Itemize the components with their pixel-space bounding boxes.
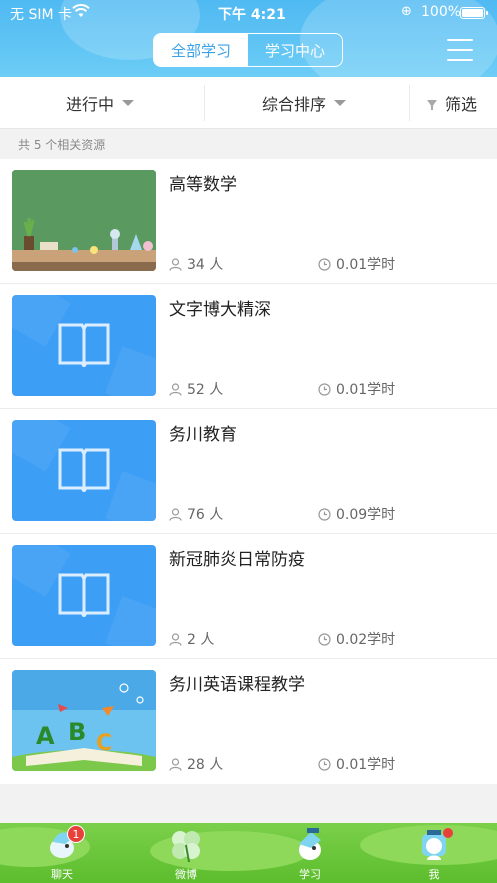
enrolled-count: 2 人 [169,629,214,649]
tab-weibo[interactable]: 微博 [124,823,248,883]
chevron-down-icon [334,100,347,106]
unread-badge: 1 [67,825,85,843]
person-icon [169,382,182,396]
carrier-label: 无 SIM 卡 [10,7,72,23]
people-text: 2 人 [187,632,215,648]
filter-label: 筛选 [445,95,478,114]
hours-text: 0.02学时 [336,632,396,648]
person-icon [169,257,182,271]
course-thumbnail [12,420,156,521]
book-icon [58,323,110,367]
divider [204,85,205,121]
course-row[interactable]: 高等数学 34 人 0.01学时 [0,159,497,284]
person-icon [169,757,182,771]
menu-icon[interactable] [447,39,473,61]
enrolled-count: 52 人 [169,379,223,399]
header: 无 SIM 卡 下午 4:21 ⊕ 100% 全部学习 学习中心 [0,0,497,77]
svg-text:C: C [96,731,112,756]
status-bar: 无 SIM 卡 下午 4:21 ⊕ 100% [0,0,497,26]
sort-label: 综合排序 [262,95,327,114]
study-bird-icon [291,826,329,864]
battery-icon [460,7,488,19]
clock: 下午 4:21 [218,7,286,23]
hours-text: 0.09学时 [336,507,396,523]
clock-icon [318,632,331,646]
svg-text:A: A [36,722,55,750]
course-title: 务川教育 [169,425,237,445]
svg-text:B: B [68,718,86,746]
course-row[interactable]: A B C 务川英语课程教学 28 人 0.01学时 [0,659,497,784]
chat-bird-icon: 1 [43,825,85,864]
tab-study[interactable]: 学习 [248,823,372,883]
clock-icon [318,382,331,396]
course-thumbnail: A B C [12,670,156,771]
clock-icon [318,757,331,771]
person-icon [169,507,182,521]
funnel-icon [427,99,437,110]
course-thumbnail [12,170,156,271]
status-filter-label: 进行中 [66,95,115,114]
book-icon [58,573,110,617]
study-hours: 0.09学时 [318,504,395,524]
sort-dropdown[interactable]: 综合排序 [262,77,347,129]
course-title: 新冠肺炎日常防疫 [169,550,305,570]
clover-icon [167,826,205,864]
course-title: 高等数学 [169,175,237,195]
people-text: 28 人 [187,757,224,773]
course-row[interactable]: 务川教育 76 人 0.09学时 [0,409,497,534]
clock-icon [318,257,331,271]
segmented-control: 全部学习 学习中心 [153,33,343,67]
profile-icon [415,826,453,864]
tab-label: 微博 [175,868,197,881]
people-text: 76 人 [187,507,224,523]
course-row[interactable]: 新冠肺炎日常防疫 2 人 0.02学时 [0,534,497,659]
enrolled-count: 76 人 [169,504,223,524]
clock-icon [318,507,331,521]
course-thumbnail [12,545,156,646]
book-icon [58,448,110,492]
course-title: 文字博大精深 [169,300,271,320]
study-hours: 0.01学时 [318,379,395,399]
study-hours: 0.01学时 [318,754,395,774]
study-hours: 0.01学时 [318,254,395,274]
filter-bar: 进行中 综合排序 筛选 [0,77,497,129]
tab-label: 我 [428,868,440,881]
tab-label: 聊天 [51,868,73,881]
hours-text: 0.01学时 [336,257,396,273]
tab-all-study[interactable]: 全部学习 [154,34,248,66]
battery-percent: 100% [421,4,462,20]
enrolled-count: 28 人 [169,754,223,774]
wifi-icon [72,4,90,22]
tab-label: 学习 [299,868,321,881]
notification-dot [443,828,453,838]
course-thumbnail [12,295,156,396]
tab-bar: 1 聊天 微博 学习 我 [0,823,497,883]
tab-study-center[interactable]: 学习中心 [248,34,342,66]
course-row[interactable]: 文字博大精深 52 人 0.01学时 [0,284,497,409]
hours-text: 0.01学时 [336,382,396,398]
filter-button[interactable]: 筛选 [427,77,477,129]
person-icon [169,632,182,646]
people-text: 52 人 [187,382,224,398]
hours-text: 0.01学时 [336,757,396,773]
results-count: 共 5 个相关资源 [18,138,106,152]
tab-me[interactable]: 我 [372,823,496,883]
chevron-down-icon [122,100,135,106]
course-title: 务川英语课程教学 [169,675,305,695]
divider [409,85,410,121]
tab-chat[interactable]: 1 聊天 [0,823,124,883]
course-list: 高等数学 34 人 0.01学时 文字博大精深 52 人 0.01学时 务川教育… [0,159,497,784]
rotation-lock-icon: ⊕ [401,4,412,19]
status-filter-dropdown[interactable]: 进行中 [66,77,135,129]
study-hours: 0.02学时 [318,629,395,649]
enrolled-count: 34 人 [169,254,223,274]
people-text: 34 人 [187,257,224,273]
